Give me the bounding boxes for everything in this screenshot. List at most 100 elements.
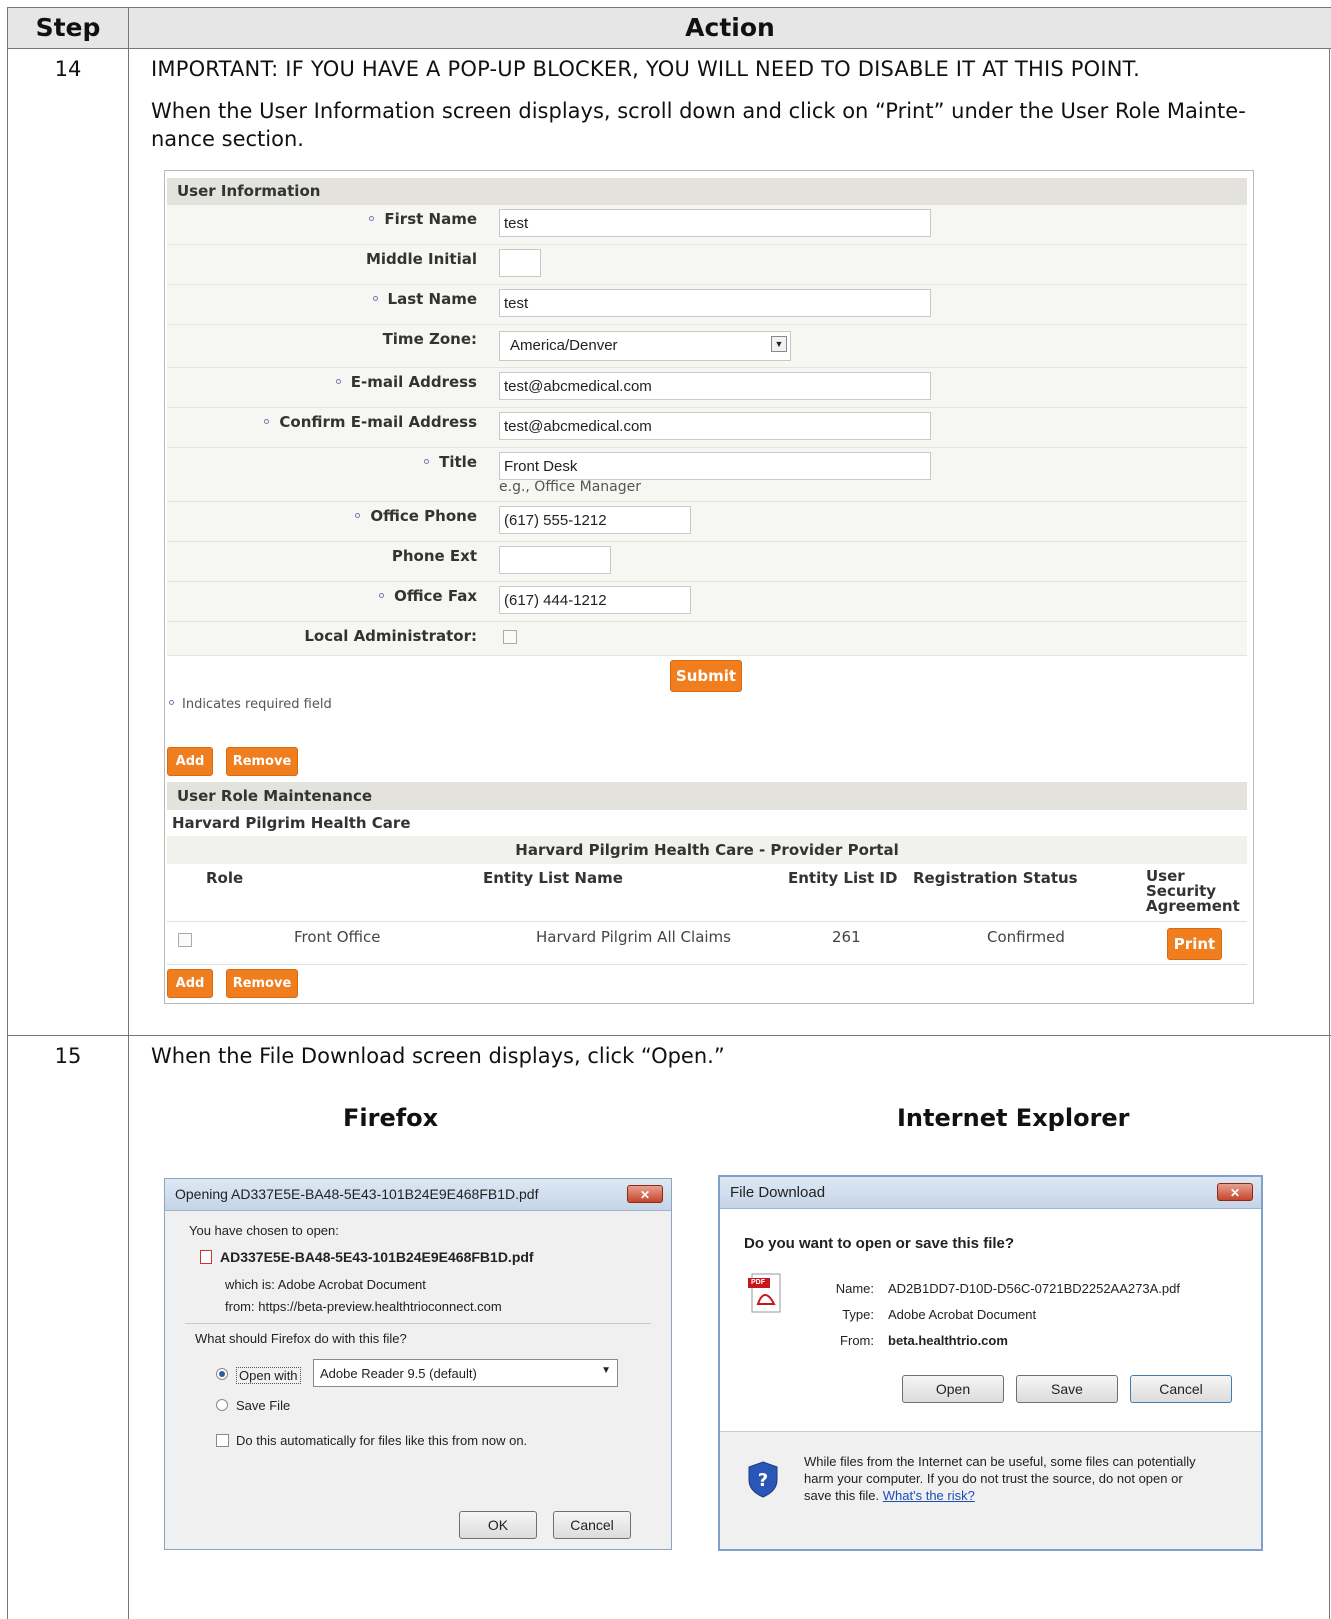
- table-row: Front Office Harvard Pilgrim All Claims …: [167, 921, 1247, 965]
- registration-status-column-header: Registration Status: [913, 869, 1078, 887]
- organization-name: Harvard Pilgrim Health Care: [172, 814, 411, 832]
- save-file-label[interactable]: Save File: [236, 1398, 290, 1413]
- pdf-file-icon: [200, 1250, 212, 1264]
- last-name-label: Last Name: [372, 290, 477, 308]
- ie-cancel-button[interactable]: Cancel: [1130, 1375, 1232, 1403]
- open-with-app-value: Adobe Reader 9.5 (default): [320, 1366, 477, 1381]
- firefox-filename: AD337E5E-BA48-5E43-101B24E9E468FB1D.pdf: [200, 1249, 534, 1265]
- required-bullet-icon: [379, 593, 385, 598]
- auto-action-label[interactable]: Do this automatically for files like thi…: [236, 1433, 527, 1448]
- title-hint: e.g., Office Manager: [499, 479, 641, 495]
- firefox-download-dialog: Opening AD337E5E-BA48-5E43-101B24E9E468F…: [164, 1178, 672, 1550]
- phone-ext-row: Phone Ext: [167, 542, 1247, 582]
- name-value: AD2B1DD7-D10D-D56C-0721BD2252AA273A.pdf: [888, 1281, 1180, 1296]
- entity-list-name-cell: Harvard Pilgrim All Claims: [536, 928, 731, 946]
- last-name-input[interactable]: test: [499, 289, 931, 317]
- firefox-dialog-titlebar: Opening AD337E5E-BA48-5E43-101B24E9E468F…: [165, 1179, 671, 1211]
- step-15-instruction: When the File Download screen displays, …: [151, 1044, 725, 1068]
- from-value: beta.healthtrio.com: [888, 1333, 1008, 1348]
- step-14-instruction-line2: nance section.: [151, 127, 304, 151]
- user-information-screenshot: User Information First Name test Middle …: [164, 170, 1254, 1004]
- office-fax-row: Office Fax (617) 444-1212: [167, 582, 1247, 622]
- confirm-email-row: Confirm E-mail Address test@abcmedical.c…: [167, 408, 1247, 448]
- step-14-number: 14: [54, 57, 82, 81]
- confirm-email-input[interactable]: test@abcmedical.com: [499, 412, 931, 440]
- close-icon[interactable]: ✕: [627, 1185, 663, 1203]
- office-fax-input[interactable]: (617) 444-1212: [499, 586, 691, 614]
- required-bullet-icon: [355, 513, 361, 518]
- step-15-number: 15: [54, 1044, 82, 1068]
- whats-the-risk-link[interactable]: What's the risk?: [883, 1488, 975, 1503]
- role-row-checkbox[interactable]: [178, 933, 192, 947]
- svg-text:?: ?: [758, 1470, 768, 1491]
- local-admin-label: Local Administrator:: [304, 627, 477, 645]
- ie-open-button[interactable]: Open: [902, 1375, 1004, 1403]
- popup-warning-text: IMPORTANT: IF YOU HAVE A POP-UP BLOCKER,…: [151, 57, 1141, 81]
- phone-ext-input[interactable]: [499, 546, 611, 574]
- open-with-app-select[interactable]: Adobe Reader 9.5 (default) ▼: [313, 1359, 618, 1387]
- remove-role-button-top[interactable]: Remove: [226, 747, 298, 776]
- local-admin-checkbox[interactable]: [503, 630, 517, 644]
- table-header: Step Action: [8, 7, 1331, 49]
- warning-line-2: harm your computer. If you do not trust …: [804, 1471, 1183, 1486]
- print-button[interactable]: Print: [1167, 928, 1222, 960]
- local-admin-row: Local Administrator:: [167, 622, 1247, 656]
- firefox-question-text: What should Firefox do with this file?: [195, 1331, 407, 1346]
- remove-role-button-bottom[interactable]: Remove: [226, 969, 298, 998]
- confirm-email-label: Confirm E-mail Address: [264, 413, 477, 431]
- portal-title: Harvard Pilgrim Health Care - Provider P…: [515, 841, 899, 859]
- title-row: Title Front Desk e.g., Office Manager: [167, 448, 1247, 502]
- submit-button[interactable]: Submit: [670, 660, 742, 692]
- user-security-agreement-column-header: User Security Agreement: [1146, 869, 1240, 914]
- save-file-radio[interactable]: [216, 1399, 228, 1411]
- ie-save-button[interactable]: Save: [1016, 1375, 1118, 1403]
- portal-title-bar: Harvard Pilgrim Health Care - Provider P…: [167, 836, 1247, 864]
- user-information-header: User Information: [167, 178, 1247, 205]
- office-phone-row: Office Phone (617) 555-1212: [167, 502, 1247, 542]
- entity-list-id-cell: 261: [832, 928, 861, 946]
- add-role-button-bottom[interactable]: Add: [167, 969, 213, 998]
- time-zone-label: Time Zone:: [382, 330, 477, 348]
- required-bullet-icon: [264, 419, 270, 424]
- close-icon[interactable]: ✕: [1217, 1183, 1253, 1201]
- type-value: Adobe Acrobat Document: [888, 1307, 1037, 1322]
- email-row: E-mail Address test@abcmedical.com: [167, 368, 1247, 408]
- chevron-down-icon[interactable]: ▼: [601, 1365, 611, 1376]
- file-type-text: which is: Adobe Acrobat Document: [225, 1277, 426, 1292]
- file-source-text: from: https://beta-preview.healthtriocon…: [225, 1299, 502, 1314]
- entity-list-name-column-header: Entity List Name: [483, 869, 623, 887]
- add-role-button-top[interactable]: Add: [167, 747, 213, 776]
- registration-status-cell: Confirmed: [987, 928, 1065, 946]
- entity-list-id-column-header: Entity List ID: [788, 869, 898, 887]
- middle-initial-input[interactable]: [499, 249, 541, 277]
- office-phone-input[interactable]: (617) 555-1212: [499, 506, 691, 534]
- time-zone-row: Time Zone: America/Denver ▼: [167, 325, 1247, 368]
- chevron-down-icon[interactable]: ▼: [771, 336, 787, 352]
- office-fax-label: Office Fax: [379, 587, 477, 605]
- chosen-to-open-text: You have chosen to open:: [189, 1223, 339, 1238]
- firefox-ok-button[interactable]: OK: [459, 1511, 537, 1539]
- pdf-file-icon: PDF: [746, 1272, 786, 1314]
- time-zone-value: America/Denver: [510, 337, 618, 354]
- time-zone-select[interactable]: America/Denver ▼: [499, 331, 791, 361]
- title-label: Title: [424, 453, 477, 471]
- auto-action-checkbox[interactable]: [216, 1434, 229, 1447]
- middle-initial-row: Middle Initial: [167, 245, 1247, 285]
- firefox-cancel-button[interactable]: Cancel: [553, 1511, 631, 1539]
- warning-line-1: While files from the Internet can be use…: [804, 1454, 1196, 1469]
- ie-warning-area: ? While files from the Internet can be u…: [720, 1432, 1261, 1549]
- role-column-header: Role: [206, 869, 244, 887]
- dialog-divider: [185, 1323, 651, 1324]
- required-bullet-icon: [369, 216, 375, 221]
- required-bullet-icon: [372, 296, 378, 301]
- middle-initial-label: Middle Initial: [365, 250, 477, 268]
- open-with-radio[interactable]: [216, 1368, 228, 1380]
- email-input[interactable]: test@abcmedical.com: [499, 372, 931, 400]
- title-input[interactable]: Front Desk: [499, 452, 931, 480]
- firefox-dialog-title: Opening AD337E5E-BA48-5E43-101B24E9E468F…: [175, 1186, 539, 1202]
- warning-line-3: save this file. What's the risk?: [804, 1488, 975, 1503]
- first-name-input[interactable]: test: [499, 209, 931, 237]
- open-with-label[interactable]: Open with: [236, 1367, 301, 1384]
- step-14-instruction-line1: When the User Information screen display…: [151, 99, 1246, 123]
- agreement-header-line3: Agreement: [1146, 897, 1240, 915]
